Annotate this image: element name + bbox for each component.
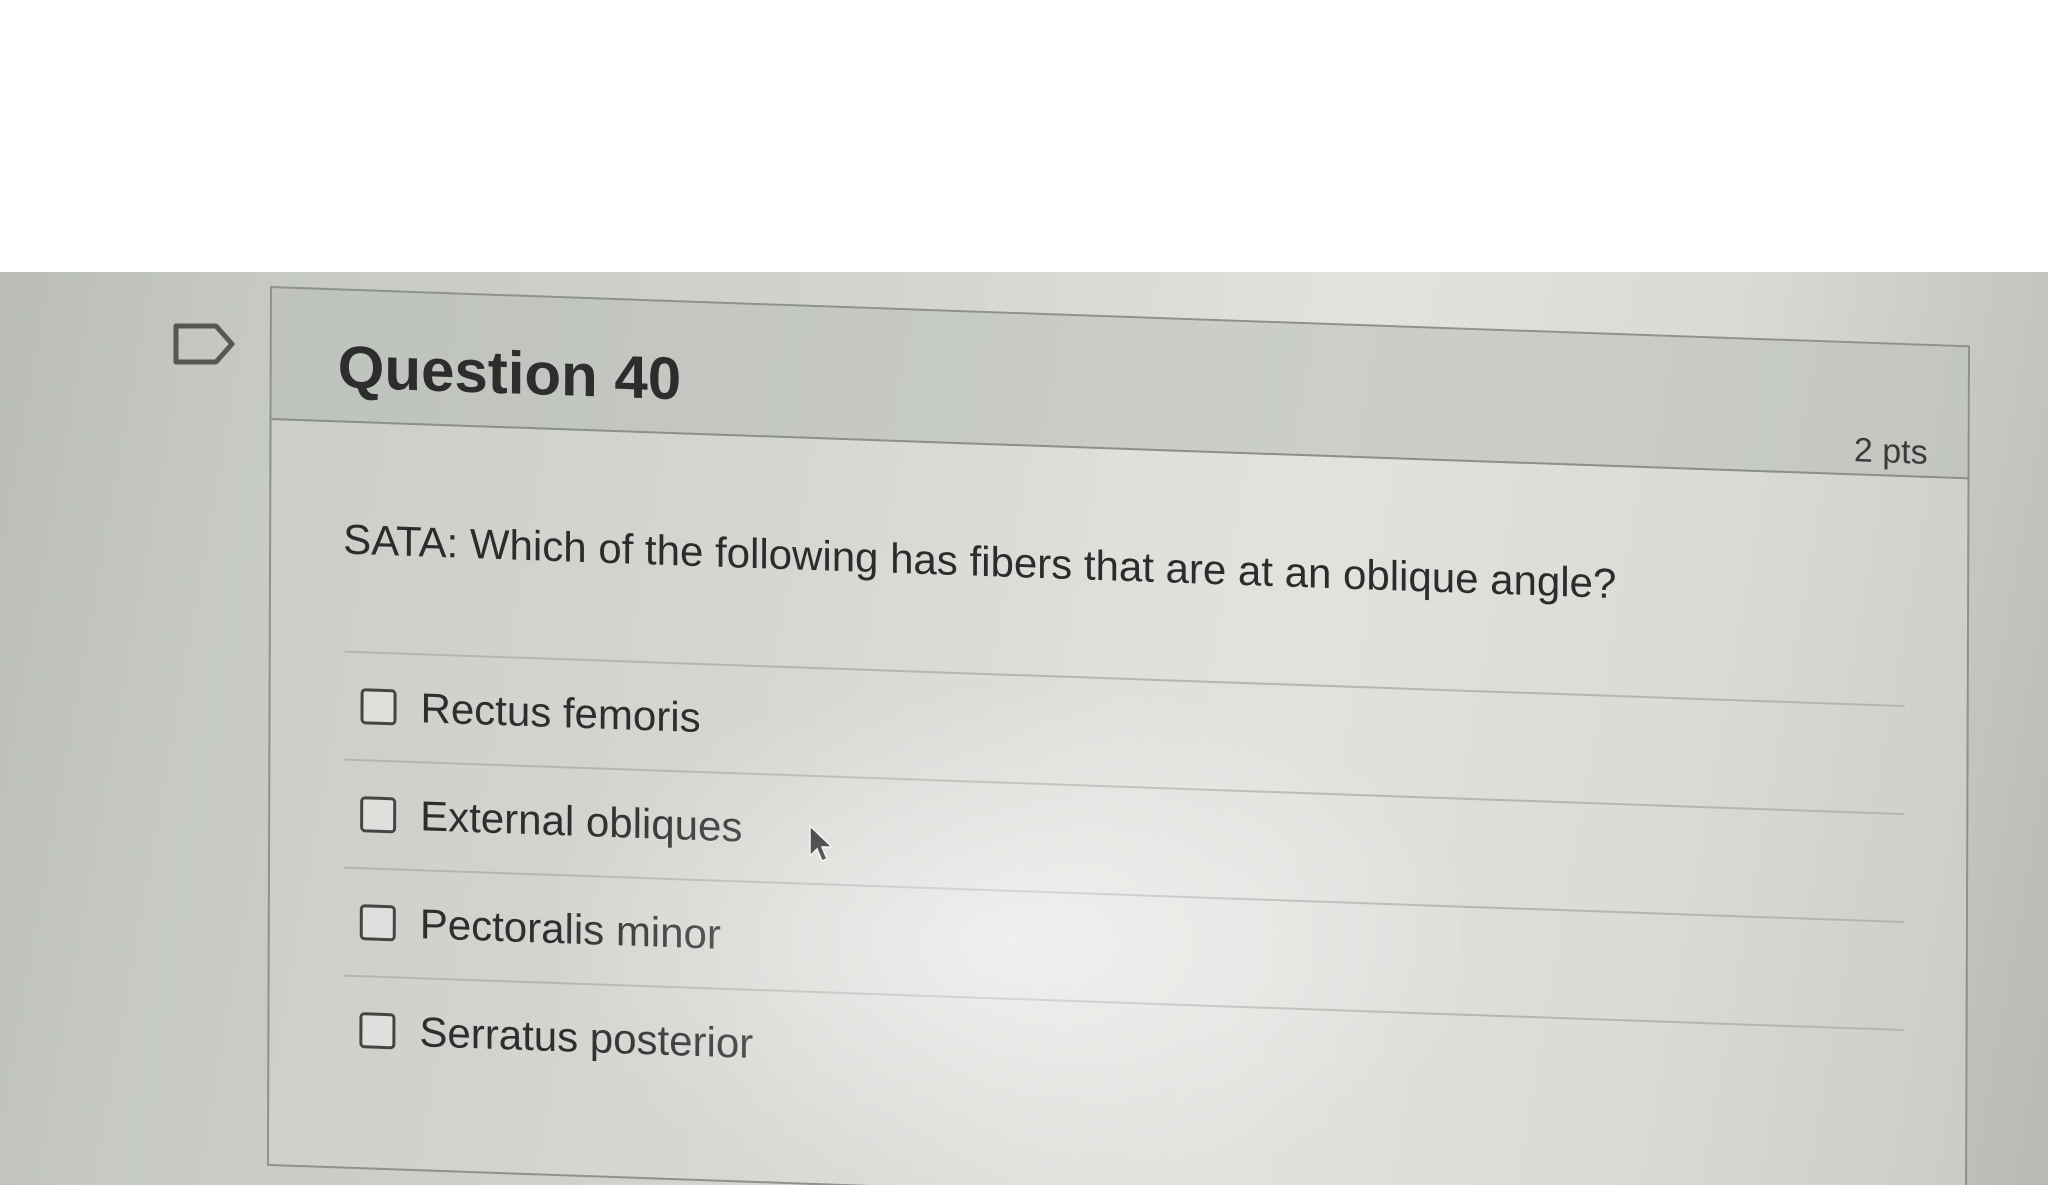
answer-label: Serratus posterior (419, 1008, 754, 1067)
answer-list: Rectus femoris External obliques Pectora… (343, 650, 1905, 1138)
question-title: Question 40 (337, 333, 682, 413)
question-header: Question 40 2 pts (271, 288, 1968, 480)
answer-checkbox[interactable] (360, 688, 397, 726)
answer-checkbox[interactable] (360, 796, 397, 834)
question-card: Question 40 2 pts SATA: Which of the fol… (266, 286, 1970, 1185)
answer-checkbox[interactable] (359, 1012, 396, 1050)
flag-icon[interactable] (172, 322, 238, 366)
mouse-pointer-icon (809, 824, 834, 862)
answer-label: Rectus femoris (420, 684, 701, 742)
answer-label: External obliques (420, 792, 743, 851)
answer-checkbox[interactable] (359, 904, 396, 942)
screen-photo: Question 40 2 pts SATA: Which of the fol… (0, 272, 2048, 1185)
question-prompt: SATA: Which of the following has fibers … (343, 515, 1617, 608)
points-label: 2 pts (1853, 431, 1928, 472)
answer-label: Pectoralis minor (419, 900, 721, 958)
